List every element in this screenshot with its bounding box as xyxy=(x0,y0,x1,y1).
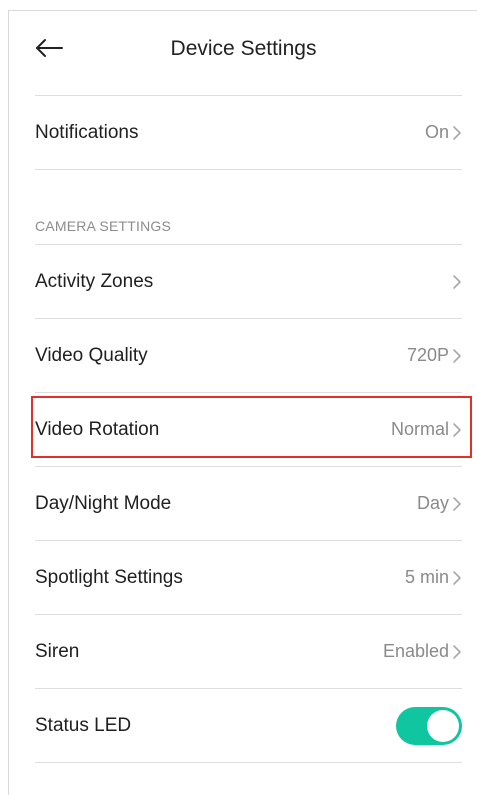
day-night-mode-label: Day/Night Mode xyxy=(35,492,172,514)
siren-label: Siren xyxy=(35,640,80,662)
day-night-mode-value: Day xyxy=(416,493,449,513)
notifications-value-group: On xyxy=(425,122,462,143)
spotlight-settings-value: 5 min xyxy=(404,567,449,587)
notifications-row[interactable]: Notifications On xyxy=(35,96,462,169)
chevron-right-icon xyxy=(452,496,462,512)
activity-zones-label: Activity Zones xyxy=(35,270,154,292)
status-led-toggle[interactable] xyxy=(396,706,462,745)
day-night-mode-value-group: Day xyxy=(417,493,462,514)
notifications-value: On xyxy=(424,122,449,142)
siren-value-group: Enabled xyxy=(383,641,462,662)
video-rotation-value: Normal xyxy=(390,419,449,439)
settings-screen: Device Settings Notifications On CAMERA … xyxy=(8,10,477,795)
camera-settings-heading: CAMERA SETTINGS xyxy=(35,218,172,234)
divider xyxy=(35,762,462,763)
video-quality-value-group: 720P xyxy=(407,345,462,366)
video-quality-value: 720P xyxy=(406,345,449,365)
activity-zones-row[interactable]: Activity Zones xyxy=(35,245,462,318)
video-rotation-label: Video Rotation xyxy=(35,418,160,440)
spotlight-settings-row[interactable]: Spotlight Settings 5 min xyxy=(35,541,462,614)
notifications-label: Notifications xyxy=(35,121,139,143)
spotlight-settings-label: Spotlight Settings xyxy=(35,566,183,588)
page-title: Device Settings xyxy=(170,37,317,60)
status-led-label: Status LED xyxy=(35,714,132,736)
chevron-right-icon xyxy=(452,570,462,586)
spotlight-settings-value-group: 5 min xyxy=(405,567,462,588)
status-led-row: Status LED xyxy=(35,689,462,762)
video-quality-label: Video Quality xyxy=(35,344,148,366)
activity-zones-value-group xyxy=(449,274,462,290)
chevron-right-icon xyxy=(452,644,462,660)
chevron-right-icon xyxy=(452,348,462,364)
siren-row[interactable]: Siren Enabled xyxy=(35,615,462,688)
toggle-knob xyxy=(427,709,459,742)
divider xyxy=(35,169,462,170)
video-rotation-value-group: Normal xyxy=(391,419,462,440)
video-quality-row[interactable]: Video Quality 720P xyxy=(35,319,462,392)
siren-value: Enabled xyxy=(382,641,449,661)
day-night-mode-row[interactable]: Day/Night Mode Day xyxy=(35,467,462,540)
chevron-right-icon xyxy=(452,422,462,438)
video-rotation-row[interactable]: Video Rotation Normal xyxy=(35,393,462,466)
header: Device Settings xyxy=(9,11,477,95)
chevron-right-icon xyxy=(452,125,462,141)
chevron-right-icon xyxy=(452,274,462,290)
